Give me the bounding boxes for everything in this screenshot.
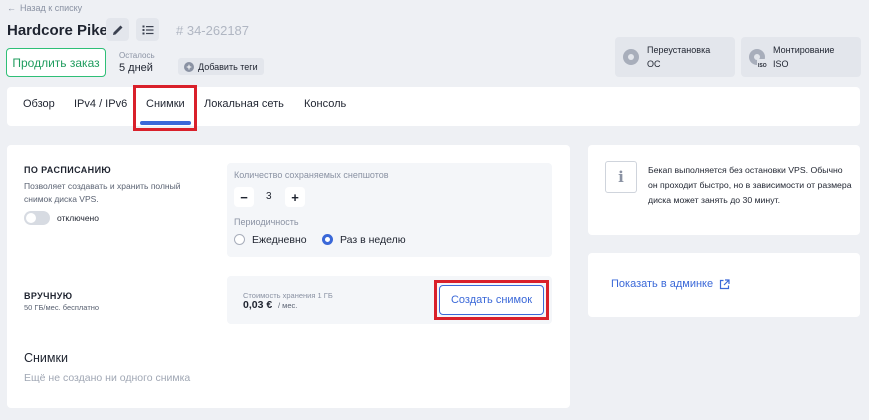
schedule-description: Позволяет создавать и хранить полный сни… [24,181,181,204]
back-link[interactable]: ← Назад к списку [7,3,82,13]
decrement-button[interactable]: − [234,187,254,207]
add-tags-label: Добавить теги [198,61,258,72]
show-in-admin-link[interactable]: Показать в админке [611,278,730,290]
external-link-icon [719,278,730,289]
mount-label-line1: Монтирование [773,45,835,55]
highlight-frame-tab [133,85,197,131]
radio-daily[interactable] [234,234,245,245]
snapshot-count-label: Количество сохраняемых снепшотов [234,170,389,180]
storage-cost-unit: / мес. [278,301,298,310]
pencil-icon [112,25,122,35]
radio-weekly-label[interactable]: Раз в неделю [340,234,406,246]
reinstall-os-button[interactable]: Переустановка ОС [615,37,735,77]
manual-title: ВРУЧНУЮ [24,291,73,301]
schedule-toggle[interactable] [24,211,50,225]
plus-circle-icon: + [184,61,194,72]
snapshot-count-value: 3 [266,191,272,202]
list-view-button[interactable] [136,18,159,41]
tab-console[interactable]: Консоль [304,98,346,110]
tab-local-network[interactable]: Локальная сеть [204,98,284,110]
reinstall-label-line1: Переустановка [647,45,711,55]
create-snapshot-button[interactable]: Создать снимок [439,285,544,315]
list-icon [142,25,153,34]
remaining-value: 5 дней [119,62,153,74]
mount-iso-button[interactable]: ISO Монтирование ISO [741,37,861,77]
remaining-label: Осталось [119,51,155,60]
back-link-label: Назад к списку [20,3,83,13]
snapshots-list-title: Снимки [24,351,68,365]
manual-subtitle: 50 ГБ/мес. бесплатно [24,303,100,312]
snapshots-empty-text: Ещё не создано ни одного снимка [24,372,191,384]
schedule-toggle-label: отключено [57,213,99,223]
disk-iso-icon: ISO [749,49,768,73]
increment-button[interactable]: + [285,187,305,207]
mount-label-line2: ISO [773,59,789,69]
disk-refresh-icon [623,49,639,65]
tab-overview[interactable]: Обзор [23,98,55,110]
radio-daily-label[interactable]: Ежедневно [252,234,307,246]
server-name: Hardcore Pike [7,22,108,39]
edit-name-button[interactable] [106,18,129,41]
backup-info-text: Бекап выполняется без остановки VPS. Обы… [648,165,852,205]
schedule-title: ПО РАСПИСАНИЮ [24,165,112,175]
info-icon: i [605,161,637,193]
add-tags-button[interactable]: + Добавить теги [178,58,264,75]
arrow-left-icon: ← [7,3,16,13]
period-label: Периодичность [234,217,299,227]
storage-cost-value: 0,03 € [243,299,273,311]
server-id: # 34-262187 [176,23,250,38]
reinstall-label-line2: ОС [647,59,661,69]
tab-ip[interactable]: IPv4 / IPv6 [74,98,127,110]
radio-weekly[interactable] [322,234,333,245]
extend-order-button[interactable]: Продлить заказ [6,48,106,77]
show-in-admin-label: Показать в админке [611,278,714,290]
